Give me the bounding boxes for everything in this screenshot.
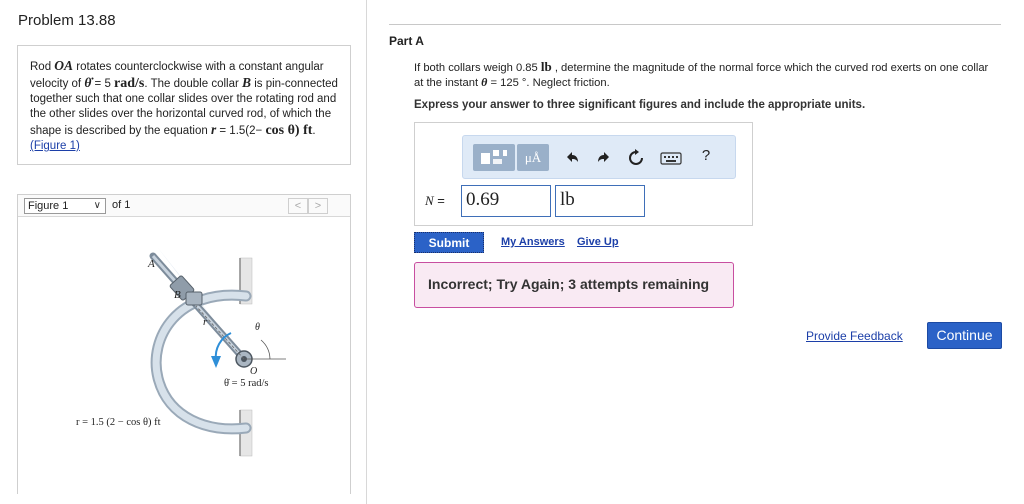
submit-button[interactable]: Submit [414, 232, 484, 253]
right-pane: Part A If both collars weigh 0.85 lb , d… [366, 0, 1024, 504]
keyboard-icon[interactable] [660, 149, 682, 167]
answer-label: N = [425, 193, 445, 208]
math-toolbar: μÅ ? [462, 135, 736, 179]
figure-nav: < > [288, 198, 328, 214]
prev-figure-button[interactable]: < [288, 198, 308, 214]
label-b: B [174, 289, 181, 301]
answer-units-input[interactable]: lb [555, 185, 645, 217]
label-o: O [250, 366, 257, 377]
figure-diagram: A B r θ O θ̇ = 5 rad/s r = 1.5 (2 − cos … [76, 248, 286, 457]
label-equation: r = 1.5 (2 − cos θ) ft [76, 417, 161, 428]
instruction-text: Express your answer to three significant… [414, 99, 866, 111]
question-text: If both collars weigh 0.85 lb , determin… [414, 59, 989, 90]
my-answers-link[interactable]: My Answers [501, 236, 565, 248]
figure-select[interactable]: Figure 1 ∨ [24, 198, 106, 214]
rod-name: OA [54, 58, 74, 73]
give-up-link[interactable]: Give Up [577, 236, 619, 248]
continue-button[interactable]: Continue [927, 322, 1002, 349]
label-r: r [203, 316, 208, 328]
templates-icon [481, 150, 507, 164]
label-omega: θ̇ = 5 rad/s [224, 378, 269, 389]
left-pane: Problem 13.88 Rod OA rotates countercloc… [0, 0, 366, 504]
answer-box: μÅ ? N = 0.69 lb [414, 122, 753, 226]
figure-panel: Figure 1 ∨ of 1 < > A B r θ O θ̇ = 5 rad… [17, 194, 351, 494]
problem-title: Problem 13.88 [18, 12, 116, 29]
unit-ft: ft [299, 123, 313, 138]
reset-icon[interactable] [627, 149, 645, 167]
chevron-down-icon: ∨ [93, 200, 101, 211]
units-button[interactable]: μÅ [517, 144, 549, 171]
label-a: A [147, 258, 155, 270]
answer-value-input[interactable]: 0.69 [461, 185, 551, 217]
provide-feedback-link[interactable]: Provide Feedback [806, 329, 903, 343]
help-button[interactable]: ? [697, 147, 715, 165]
feedback-message: Incorrect; Try Again; 3 attempts remaini… [414, 262, 734, 308]
problem-statement: Rod OA rotates counterclockwise with a c… [17, 45, 351, 165]
templates-button[interactable] [473, 144, 515, 171]
redo-icon[interactable] [595, 149, 613, 167]
part-title: Part A [389, 34, 424, 48]
figure-count: of 1 [112, 199, 131, 211]
cos-theta: cos θ) [265, 123, 300, 138]
divider [389, 24, 1001, 25]
figure-toolbar: Figure 1 ∨ of 1 < > [18, 195, 350, 217]
unit-rad-s: rad/s [114, 76, 145, 91]
unit-lb: lb [540, 59, 552, 74]
next-figure-button[interactable]: > [308, 198, 328, 214]
undo-icon[interactable] [563, 149, 581, 167]
collar-name: B [242, 75, 252, 90]
label-theta: θ [255, 322, 260, 333]
figure-link[interactable]: (Figure 1) [30, 140, 80, 152]
